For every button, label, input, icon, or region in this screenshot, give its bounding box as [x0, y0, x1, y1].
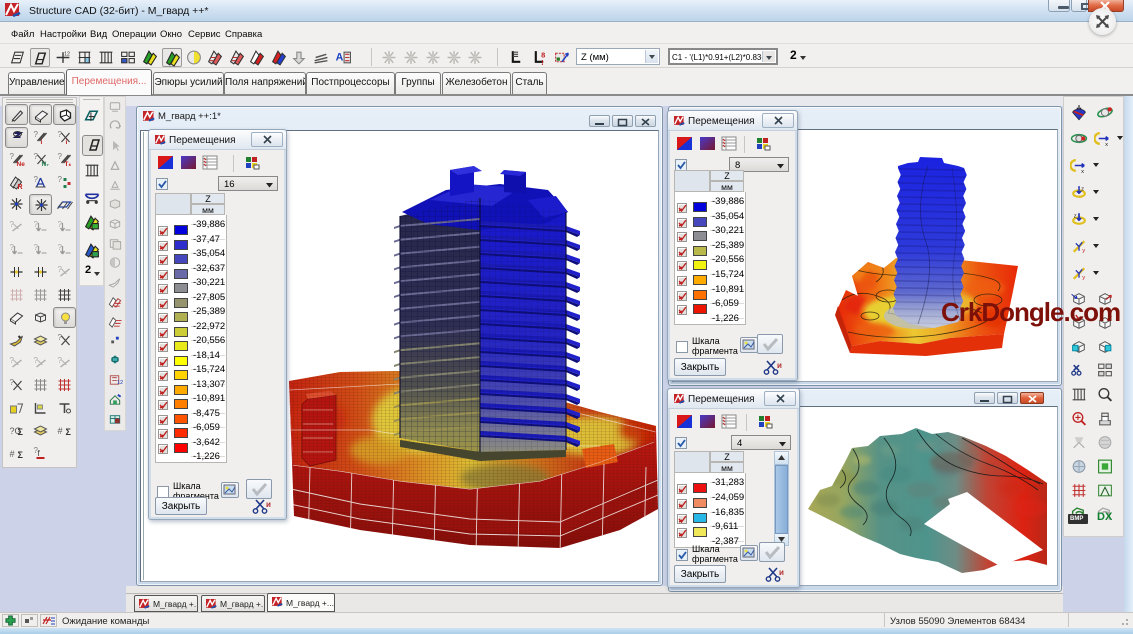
svg-text:#: #: [58, 426, 63, 436]
svg-text:?: ?: [34, 243, 39, 252]
svg-text:?: ?: [58, 243, 63, 252]
svg-text:?: ?: [34, 220, 39, 229]
svg-text:?: ?: [34, 152, 39, 161]
svg-text:N₇: N₇: [42, 161, 50, 167]
svg-text:Nе: Nе: [17, 161, 26, 167]
svg-text:Σ: Σ: [66, 427, 72, 437]
svg-text:!: !: [541, 58, 543, 66]
svg-text:и: и: [777, 361, 782, 370]
svg-text:?: ?: [58, 152, 63, 161]
svg-text:i: i: [41, 139, 43, 145]
svg-text:x: x: [1081, 169, 1084, 174]
svg-text:Σ: Σ: [18, 450, 24, 460]
svg-text:x: x: [1105, 142, 1108, 147]
svg-text:?: ?: [58, 130, 63, 139]
svg-text:и: и: [266, 500, 271, 509]
svg-text:R: R: [18, 184, 23, 190]
svg-text:?: ?: [10, 152, 15, 161]
svg-text:?: ?: [10, 243, 15, 252]
svg-text:Σ: Σ: [18, 427, 24, 437]
svg-text:?: ?: [58, 333, 63, 342]
svg-text:#: #: [10, 449, 15, 459]
svg-text:f: f: [38, 449, 41, 458]
svg-text:z: z: [1081, 186, 1084, 192]
svg-text:12: 12: [117, 380, 123, 386]
svg-text:?: ?: [10, 378, 15, 387]
svg-text:z: z: [1074, 213, 1077, 219]
svg-text:y: y: [1082, 248, 1085, 254]
svg-text:A: A: [336, 52, 344, 64]
svg-text:?: ?: [58, 220, 63, 229]
svg-text:i: i: [66, 139, 68, 145]
svg-text:?: ?: [58, 175, 63, 184]
svg-text:12: 12: [64, 51, 70, 57]
svg-text:и: и: [779, 568, 784, 577]
svg-text:?: ?: [34, 130, 39, 139]
svg-text:y: y: [1082, 275, 1085, 281]
svg-text:Тₛ: Тₛ: [65, 161, 72, 167]
